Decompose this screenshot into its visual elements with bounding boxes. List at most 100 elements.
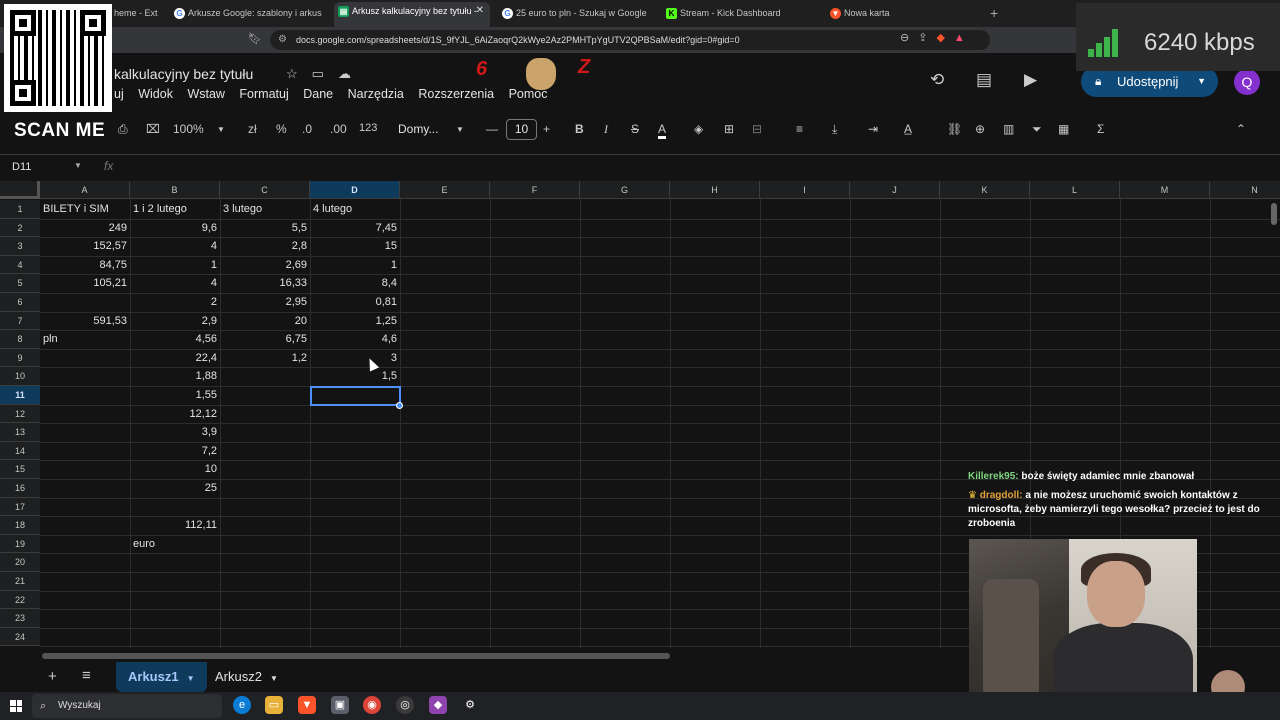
cell-b3[interactable]: 4 <box>130 237 220 256</box>
move-folder-icon[interactable]: ▭ <box>312 66 338 81</box>
cell-a3[interactable]: 152,57 <box>40 237 130 256</box>
cell-c4[interactable]: 2,69 <box>220 256 310 275</box>
row-header-4[interactable]: 4 <box>0 255 40 275</box>
cell-c9[interactable]: 1,2 <box>220 349 310 368</box>
cell-b15[interactable]: 10 <box>130 460 220 479</box>
cell-a7[interactable]: 591,53 <box>40 312 130 331</box>
borders-icon[interactable]: ⊞ <box>724 122 734 136</box>
text-rotation-icon[interactable]: A̲ <box>904 122 912 136</box>
cell-d2[interactable]: 7,45 <box>310 219 400 238</box>
column-header-f[interactable]: F <box>490 181 580 199</box>
cell-b18[interactable]: 112,11 <box>130 516 220 535</box>
currency-button[interactable]: zł <box>248 122 257 136</box>
cell-a5[interactable]: 105,21 <box>40 274 130 293</box>
link-icon[interactable]: ⛓ <box>947 122 962 136</box>
more-formats-button[interactable]: 123 <box>359 122 377 134</box>
share-page-icon[interactable]: ⇪ <box>918 32 936 44</box>
app-icon[interactable]: ◆ <box>429 696 447 714</box>
star-icon[interactable]: ☆ <box>286 66 312 81</box>
column-header-i[interactable]: I <box>760 181 850 199</box>
cell-a4[interactable]: 84,75 <box>40 256 130 275</box>
row-header-9[interactable]: 9 <box>0 348 40 368</box>
cell-a1[interactable]: BILETY i SIM <box>40 200 130 219</box>
file-explorer-icon[interactable]: ▭ <box>265 696 283 714</box>
bookmark-icon[interactable]: 🔖︎ <box>248 32 262 45</box>
row-header-6[interactable]: 6 <box>0 293 40 312</box>
row-header-17[interactable]: 17 <box>0 497 40 517</box>
increase-font-size-icon[interactable]: + <box>543 122 550 136</box>
row-header-5[interactable]: 5 <box>0 274 40 293</box>
cell-b19[interactable]: euro <box>130 535 220 554</box>
cell-a8[interactable]: pln <box>40 330 130 349</box>
cell-b12[interactable]: 12,12 <box>130 405 220 424</box>
document-title[interactable]: kalkulacyjny bez tytułu <box>114 66 253 82</box>
cell-d10[interactable]: 1,5 <box>310 367 400 386</box>
settings-icon[interactable]: ⚙ <box>461 696 479 714</box>
menu-format[interactable]: Formatuj <box>239 87 288 101</box>
font-size-input[interactable]: 10 <box>506 119 537 140</box>
percent-button[interactable]: % <box>276 122 287 136</box>
fill-color-icon[interactable]: ◈ <box>694 122 703 136</box>
avatar[interactable]: Q <box>1234 69 1260 95</box>
site-settings-icon[interactable]: ⚙ <box>278 30 287 50</box>
row-header-2[interactable]: 2 <box>0 218 40 238</box>
cell-a2[interactable]: 249 <box>40 219 130 238</box>
zoom-select[interactable]: 100% <box>173 122 204 136</box>
chart-icon[interactable]: ▥ <box>1003 122 1014 136</box>
row-header-22[interactable]: 22 <box>0 590 40 610</box>
row-header-23[interactable]: 23 <box>0 609 40 628</box>
fill-handle[interactable] <box>396 401 403 409</box>
cell-b4[interactable]: 1 <box>130 256 220 275</box>
cell-c5[interactable]: 16,33 <box>220 274 310 293</box>
row-header-21[interactable]: 21 <box>0 572 40 591</box>
url-input[interactable]: ⚙ docs.google.com/spreadsheets/d/1S_9fYJ… <box>270 30 990 50</box>
column-header-e[interactable]: E <box>400 181 490 199</box>
column-header-a[interactable]: A <box>40 181 130 199</box>
row-header-10[interactable]: 10 <box>0 367 40 386</box>
print-icon[interactable]: ⎙ <box>118 122 128 137</box>
sheet-tab-arkusz1[interactable]: Arkusz1 ▼ <box>116 662 207 692</box>
browser-tab-sheets-templates[interactable]: G Arkusze Google: szablony i arkusze k <box>170 4 322 24</box>
cell-d7[interactable]: 1,25 <box>310 312 400 331</box>
close-icon[interactable]: ✕ <box>476 2 484 20</box>
cell-c7[interactable]: 20 <box>220 312 310 331</box>
windows-start-icon[interactable] <box>10 700 22 712</box>
paint-format-icon[interactable]: ⌧ <box>146 122 160 136</box>
chevron-down-icon[interactable]: ▼ <box>217 125 225 134</box>
all-sheets-icon[interactable]: ≡ <box>82 667 91 684</box>
align-horizontal-icon[interactable]: ≡ <box>796 122 803 136</box>
cell-c1[interactable]: 3 lutego <box>220 200 310 219</box>
cell-b16[interactable]: 25 <box>130 479 220 498</box>
text-wrap-icon[interactable]: ⇥ <box>868 122 878 136</box>
browser-tab-spreadsheet[interactable]: ▤ Arkusz kalkulacyjny bez tytułu - ✕ <box>334 2 490 27</box>
cell-d5[interactable]: 8,4 <box>310 274 400 293</box>
column-header-d[interactable]: D <box>310 181 400 199</box>
chevron-down-icon[interactable]: ▼ <box>270 674 278 683</box>
cell-c2[interactable]: 5,5 <box>220 219 310 238</box>
chevron-down-icon[interactable]: ▼ <box>187 674 195 683</box>
active-cell-outline[interactable] <box>310 386 401 406</box>
edge-icon[interactable]: e <box>233 696 251 714</box>
row-header-19[interactable]: 19 <box>0 534 40 554</box>
obs-icon[interactable]: ◎ <box>396 696 414 714</box>
meet-icon[interactable]: ▶ <box>1024 70 1037 90</box>
cell-b11[interactable]: 1,55 <box>130 386 220 405</box>
vertical-scrollbar[interactable] <box>1271 203 1277 225</box>
row-header-3[interactable]: 3 <box>0 237 40 256</box>
name-box[interactable]: D11 ▼ <box>12 161 82 173</box>
new-tab-button[interactable]: + <box>990 5 998 21</box>
comments-icon[interactable]: ▤ <box>976 70 992 90</box>
cell-b8[interactable]: 4,56 <box>130 330 220 349</box>
column-header-n[interactable]: N <box>1210 181 1280 199</box>
decrease-decimal-button[interactable]: .0 <box>302 122 312 136</box>
column-header-h[interactable]: H <box>670 181 760 199</box>
row-header-1[interactable]: 1 <box>0 200 40 219</box>
row-header-14[interactable]: 14 <box>0 441 40 461</box>
cell-c6[interactable]: 2,95 <box>220 293 310 312</box>
column-header-b[interactable]: B <box>130 181 220 199</box>
browser-tab-new[interactable]: ▼ Nowa karta <box>826 4 976 24</box>
cell-d8[interactable]: 4,6 <box>310 330 400 349</box>
filter-icon[interactable]: ⏷ <box>1032 122 1042 137</box>
menu-view[interactable]: Widok <box>138 87 173 101</box>
browser-tab-kick[interactable]: K Stream - Kick Dashboard <box>662 4 812 24</box>
